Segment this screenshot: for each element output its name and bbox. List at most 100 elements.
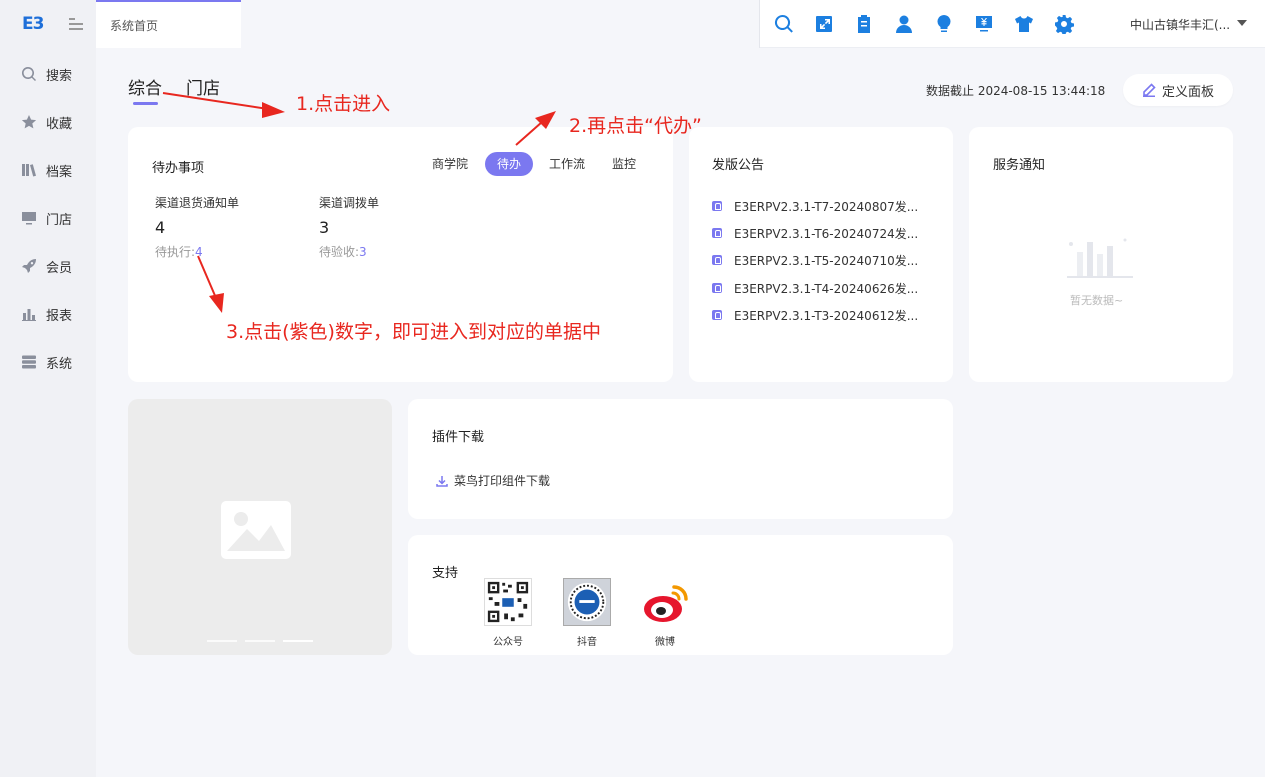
bell-icon [712, 201, 722, 211]
release-item-text: E3ERPV2.3.1-T3-20240612发... [734, 308, 919, 323]
plugin-link-text: 菜鸟打印组件下载 [454, 474, 551, 488]
carousel-dot-active[interactable] [283, 640, 313, 642]
rocket-icon [20, 257, 38, 275]
bell-icon [712, 310, 722, 320]
clipboard-icon[interactable] [852, 12, 876, 36]
release-title: 发版公告 [712, 158, 765, 173]
release-item[interactable]: E3ERPV2.3.1-T4-20240626发... [712, 279, 918, 297]
sidebar-item-favorites[interactable]: 收藏 [0, 98, 96, 146]
data-timestamp: 数据截止 2024-08-15 13:44:18 [926, 84, 1106, 98]
release-item[interactable]: E3ERPV2.3.1-T3-20240612发... [712, 306, 918, 324]
top-bar: 系统首页 中山古镇华丰汇(... [96, 0, 1265, 48]
search-icon [20, 65, 38, 83]
tab-todo[interactable]: 待办 [485, 152, 533, 176]
tab-strip-empty [241, 0, 759, 48]
edit-icon [1142, 83, 1156, 97]
books-icon [20, 161, 38, 179]
annotation-step1: 1.点击进入 [296, 93, 391, 115]
release-item[interactable]: E3ERPV2.3.1-T5-20240710发... [712, 251, 918, 269]
sidebar-item-label: 会员 [46, 260, 73, 276]
sidebar-item-system[interactable]: 系统 [0, 338, 96, 386]
bell-icon [712, 255, 722, 265]
sidebar-item-report[interactable]: 报表 [0, 290, 96, 338]
stat-sub-label: 待执行: [155, 245, 196, 259]
user-name[interactable]: 中山古镇华丰汇(... [1130, 16, 1230, 33]
server-icon [20, 353, 38, 371]
pending-execute-link[interactable]: 4 [195, 245, 203, 259]
release-item[interactable]: E3ERPV2.3.1-T7-20240807发... [712, 197, 918, 215]
bell-icon [712, 228, 722, 238]
tab-store[interactable]: 门店 [186, 74, 220, 99]
sidebar: E3 搜索 收藏 档案 门店 会员 报表 系统 [0, 0, 96, 777]
arrow-head-1 [262, 102, 285, 118]
weibo-icon[interactable] [641, 579, 689, 627]
bar-chart-icon [20, 305, 38, 323]
tab-overview[interactable]: 综合 [128, 74, 162, 99]
plugin-title: 插件下载 [432, 430, 485, 445]
release-item-text: E3ERPV2.3.1-T4-20240626发... [734, 281, 919, 296]
bell-icon [712, 283, 722, 293]
stat-value-transfer: 3 [319, 218, 330, 237]
release-item[interactable]: E3ERPV2.3.1-T6-20240724发... [712, 224, 918, 242]
stat-value-return-notice: 4 [155, 218, 166, 237]
support-title: 支持 [432, 566, 459, 581]
annotation-step3: 3.点击(紫色)数字，即可进入到对应的单据中 [226, 321, 601, 343]
active-tab-indicator [133, 102, 158, 105]
todo-title: 待办事项 [152, 161, 205, 176]
user-dropdown-caret-icon[interactable] [1237, 20, 1247, 26]
stat-label-return-notice: 渠道退货通知单 [155, 196, 240, 210]
lightbulb-icon[interactable] [932, 12, 956, 36]
stat-sub-label: 待验收: [319, 245, 360, 259]
douyin-label: 抖音 [577, 637, 597, 648]
service-title: 服务通知 [993, 158, 1046, 173]
download-icon [436, 475, 448, 487]
stat-sub-transfer: 待验收:3 [319, 243, 367, 260]
tab-academy[interactable]: 商学院 [428, 152, 472, 176]
release-item-text: E3ERPV2.3.1-T6-20240724发... [734, 226, 919, 241]
sidebar-item-search[interactable]: 搜索 [0, 50, 96, 98]
sidebar-item-archive[interactable]: 档案 [0, 146, 96, 194]
shirt-icon[interactable] [1012, 12, 1036, 36]
carousel-dot[interactable] [207, 640, 237, 642]
banner-carousel[interactable] [128, 399, 392, 655]
sidebar-item-member[interactable]: 会员 [0, 242, 96, 290]
sidebar-item-label: 搜索 [46, 68, 73, 84]
monitor-icon [20, 209, 38, 227]
define-panel-button[interactable]: 定义面板 [1123, 74, 1233, 106]
sidebar-item-label: 档案 [46, 164, 73, 180]
wechat-label: 公众号 [493, 637, 523, 648]
expand-icon[interactable] [812, 12, 836, 36]
yen-monitor-icon[interactable] [972, 12, 996, 36]
cainiao-print-download-link[interactable]: 菜鸟打印组件下载 [436, 472, 550, 489]
search-icon[interactable] [772, 12, 796, 36]
star-icon [20, 113, 38, 131]
tab-home-label: 系统首页 [110, 18, 159, 33]
app-logo[interactable]: E3 [22, 14, 44, 34]
image-placeholder-icon [221, 501, 291, 559]
sidebar-item-label: 报表 [46, 308, 73, 324]
sidebar-item-label: 系统 [46, 356, 73, 372]
stat-label-transfer: 渠道调拨单 [319, 196, 380, 210]
pending-inspect-link[interactable]: 3 [359, 245, 367, 259]
carousel-dot[interactable] [245, 640, 275, 642]
empty-data-icon [1067, 238, 1133, 278]
tab-monitor[interactable]: 监控 [608, 152, 640, 176]
plugin-card [408, 399, 953, 519]
stat-sub-return-notice: 待执行:4 [155, 243, 203, 260]
douyin-qr-code-icon[interactable] [563, 578, 611, 626]
define-panel-label: 定义面板 [1161, 84, 1214, 100]
sidebar-item-label: 门店 [46, 212, 73, 228]
release-item-text: E3ERPV2.3.1-T5-20240710发... [734, 253, 919, 268]
tab-home[interactable]: 系统首页 [96, 0, 241, 48]
user-icon[interactable] [892, 12, 916, 36]
collapse-menu-icon[interactable] [69, 18, 84, 30]
gear-icon[interactable] [1052, 12, 1076, 36]
top-divider [759, 0, 760, 48]
empty-text: 暂无数据~ [1070, 294, 1124, 307]
tab-workflow[interactable]: 工作流 [545, 152, 589, 176]
sidebar-item-label: 收藏 [46, 116, 73, 132]
sidebar-item-store[interactable]: 门店 [0, 194, 96, 242]
top-toolbar [772, 12, 1092, 36]
wechat-qr-code-icon[interactable] [484, 578, 532, 626]
logo-row: E3 [0, 0, 96, 48]
